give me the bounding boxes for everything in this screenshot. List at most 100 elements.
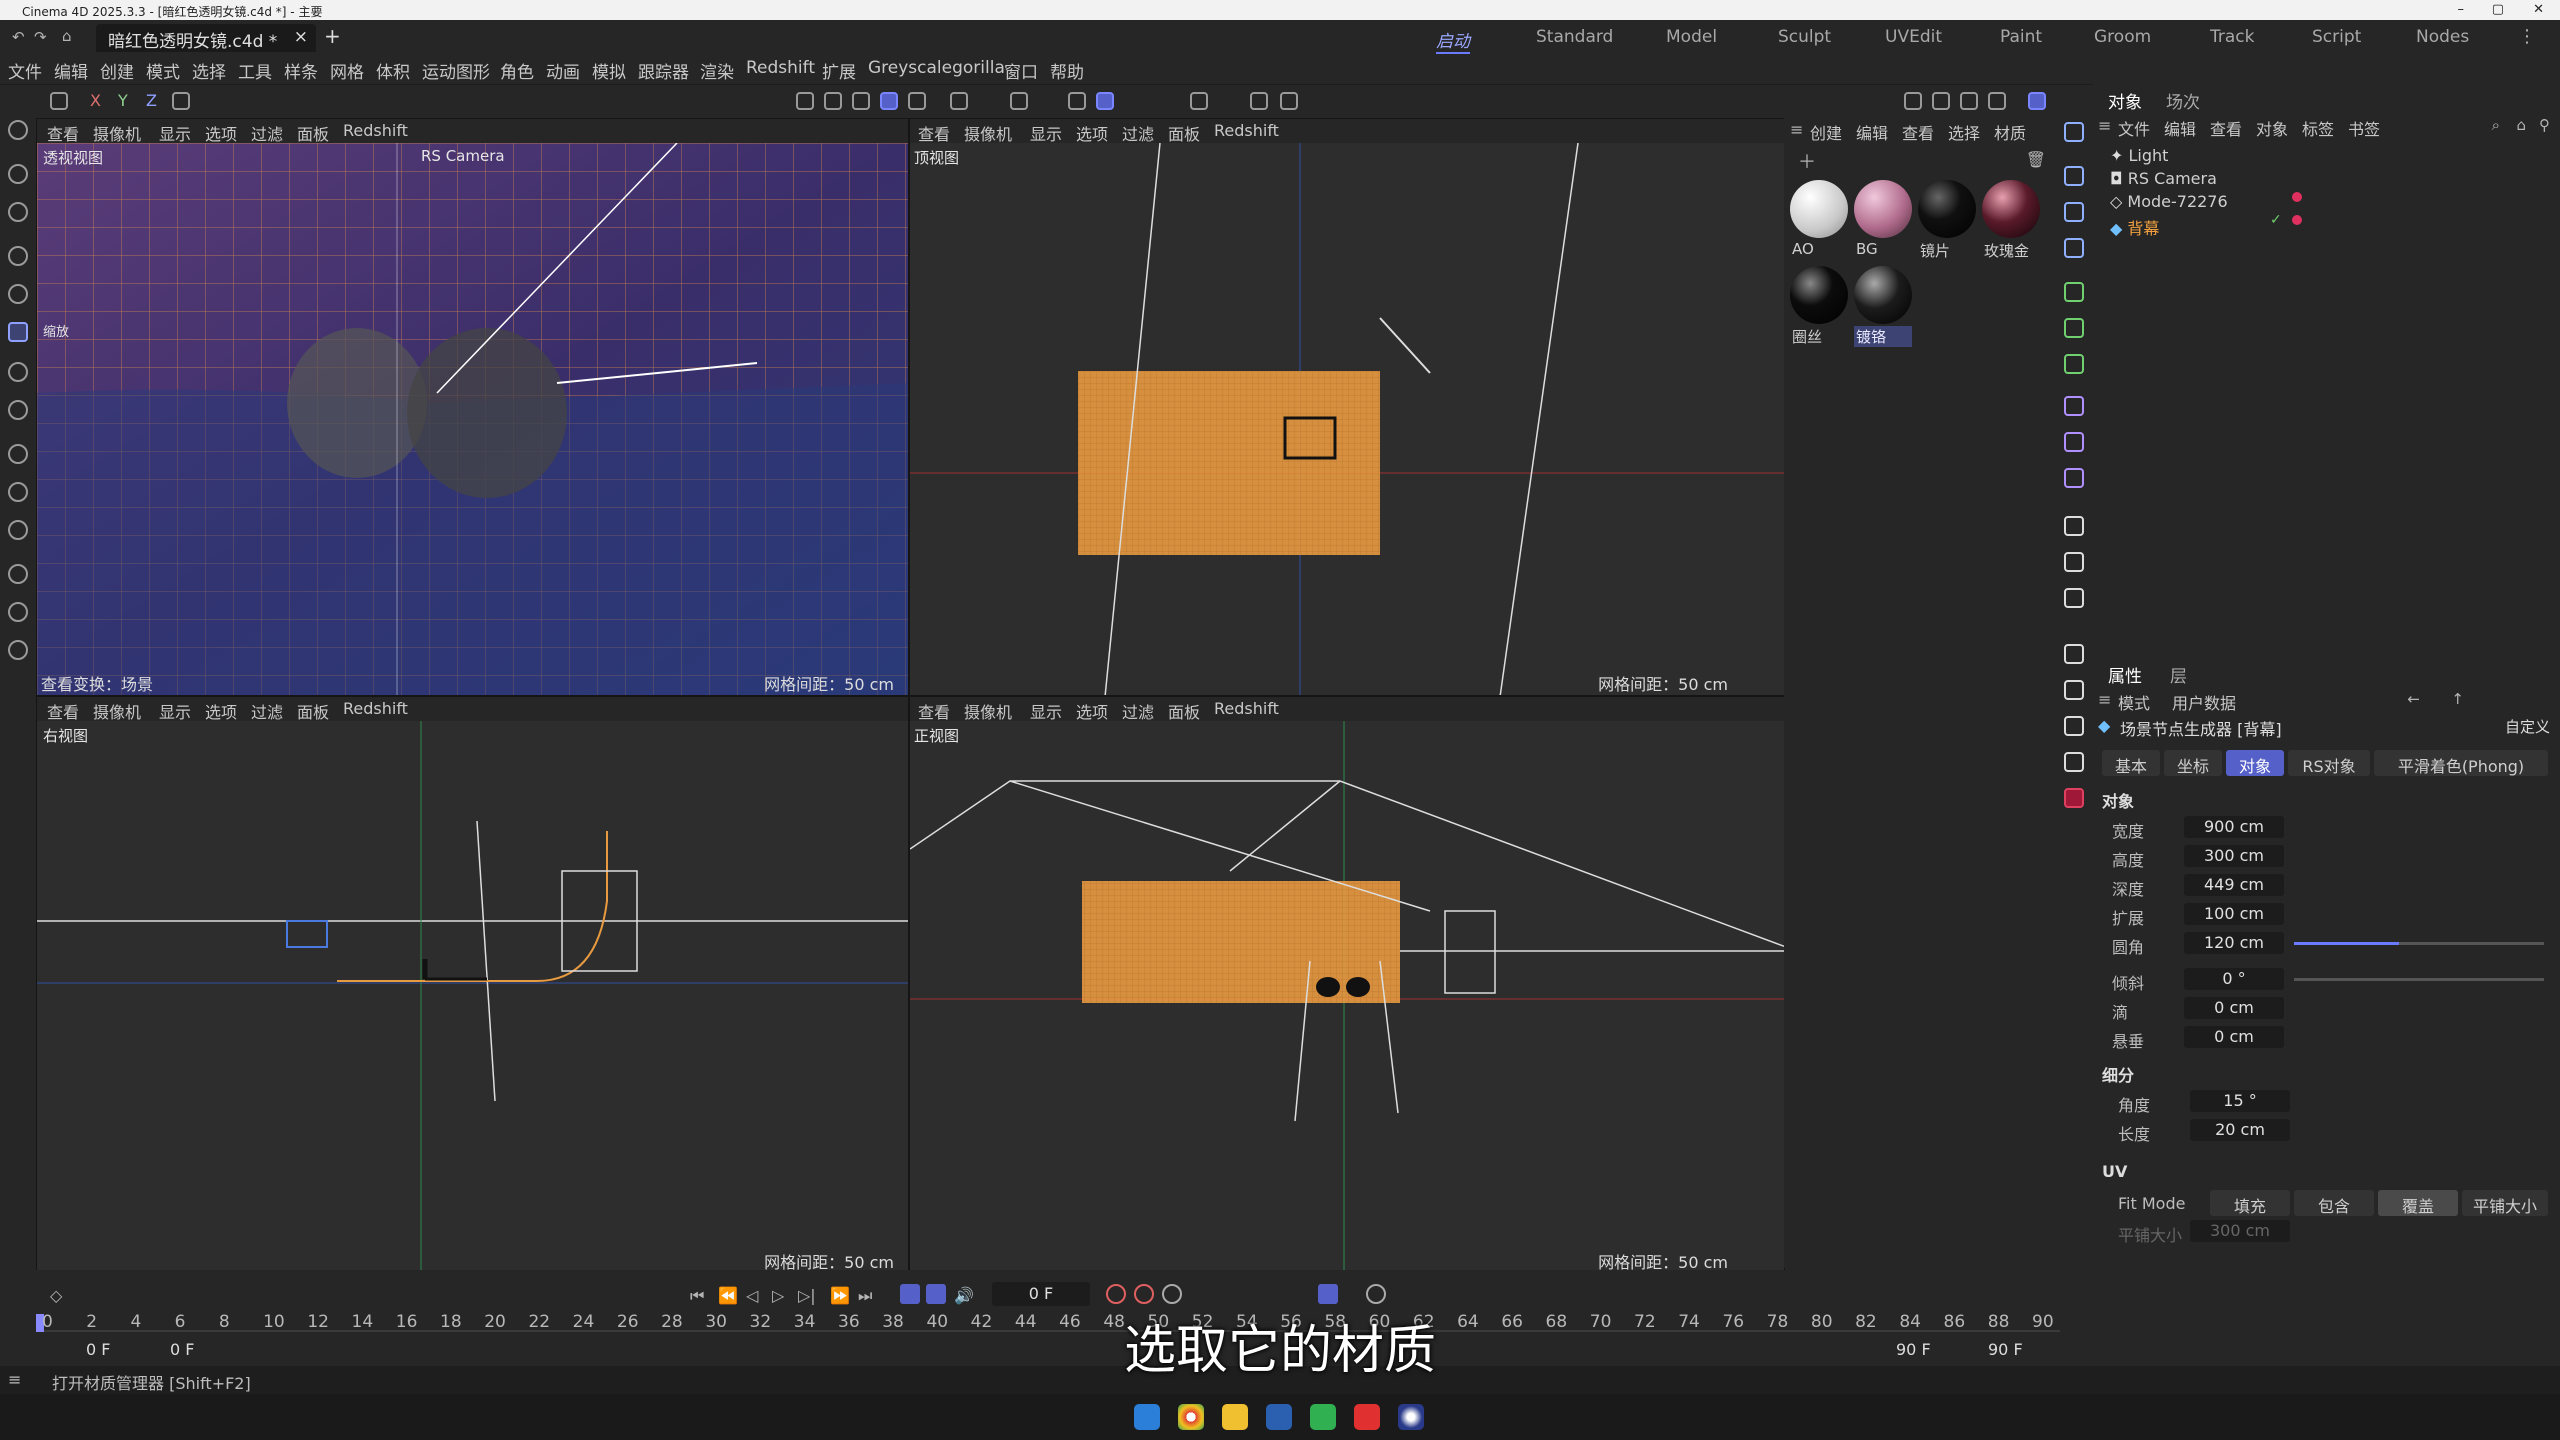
redshift-icon[interactable] xyxy=(2064,788,2084,808)
undo-icon[interactable]: ↶ xyxy=(12,28,25,46)
word-icon[interactable] xyxy=(1266,1404,1292,1430)
polygons-mode-icon[interactable] xyxy=(852,92,870,110)
edges-mode-icon[interactable] xyxy=(824,92,842,110)
viewport-perspective[interactable]: 查看 摄像机 显示 选项 过滤 面板 Redshift 透视视图 RS Came… xyxy=(36,118,909,696)
workplane-icon[interactable] xyxy=(1250,92,1268,110)
axis-x-toggle[interactable]: X xyxy=(90,91,101,110)
fit-mode-cover[interactable]: 覆盖 xyxy=(2378,1190,2458,1216)
axis-mode-icon[interactable] xyxy=(950,92,968,110)
vp-menu-display[interactable]: 显示 xyxy=(159,699,191,723)
layout-tab-model[interactable]: Model xyxy=(1666,27,1717,47)
tab-takes[interactable]: 场次 xyxy=(2166,88,2200,113)
preview-start-frame[interactable]: 0 F xyxy=(170,1340,194,1359)
rotate-icon[interactable] xyxy=(8,284,28,304)
section-subdivision[interactable]: 细分 xyxy=(2102,1062,2134,1086)
paint-icon[interactable] xyxy=(8,564,28,584)
minimize-icon[interactable]: – xyxy=(2458,2,2465,17)
scale-icon[interactable] xyxy=(8,322,28,342)
prop-slant[interactable]: 0 ° xyxy=(2184,968,2284,990)
subtab-basic[interactable]: 基本 xyxy=(2102,750,2160,776)
home-icon[interactable]: ⌂ xyxy=(2516,116,2526,134)
more-menu-icon[interactable]: ⋮ xyxy=(2518,26,2536,47)
layout-tab-track[interactable]: Track xyxy=(2210,27,2254,47)
locking-icon[interactable] xyxy=(1280,92,1298,110)
hamburger-icon[interactable]: ≡ xyxy=(1790,120,1803,139)
prop-height[interactable]: 300 cm xyxy=(2184,845,2284,867)
menu-character[interactable]: 角色 xyxy=(500,58,534,83)
vp-menu-redshift[interactable]: Redshift xyxy=(1214,699,1279,718)
add-tab-button[interactable]: + xyxy=(324,24,341,48)
text-icon[interactable] xyxy=(2064,238,2084,258)
menu-tracker[interactable]: 跟踪器 xyxy=(638,58,689,83)
spline-icon[interactable] xyxy=(8,640,28,660)
menu-help[interactable]: 帮助 xyxy=(1050,58,1084,83)
live-selection-icon[interactable] xyxy=(8,164,28,184)
render-play-icon[interactable] xyxy=(2064,752,2084,772)
attr-menu-userdata[interactable]: 用户数据 xyxy=(2172,690,2236,714)
menu-greyscalegorilla[interactable]: Greyscalegorilla xyxy=(868,58,1005,78)
menu-mograph[interactable]: 运动图形 xyxy=(422,58,490,83)
end-frame[interactable]: 90 F xyxy=(1988,1340,2023,1359)
texture-mode-icon[interactable] xyxy=(908,92,926,110)
vp-menu-display[interactable]: 显示 xyxy=(1030,121,1062,145)
tweak-icon[interactable] xyxy=(8,202,28,222)
menu-extensions[interactable]: 扩展 xyxy=(822,58,856,83)
vp-menu-cameras[interactable]: 摄像机 xyxy=(964,699,1012,723)
subtab-rs-object[interactable]: RS对象 xyxy=(2288,750,2370,776)
section-uv[interactable]: UV xyxy=(2102,1162,2127,1181)
hamburger-icon[interactable]: ≡ xyxy=(8,1370,21,1389)
mat-menu-material[interactable]: 材质 xyxy=(1994,120,2026,144)
prop-fillet[interactable]: 120 cm xyxy=(2184,932,2284,954)
object-row-selected[interactable]: ◆ 背幕 xyxy=(2110,215,2159,239)
vp-menu-display[interactable]: 显示 xyxy=(1030,699,1062,723)
prop-overhang[interactable]: 0 cm xyxy=(2184,1026,2284,1048)
prop-depth[interactable]: 449 cm xyxy=(2184,874,2284,896)
prop-angle[interactable]: 15 ° xyxy=(2190,1090,2290,1112)
obj-menu-file[interactable]: 文件 xyxy=(2118,116,2150,140)
snap-icon[interactable] xyxy=(1068,92,1086,110)
fit-mode-fill[interactable]: 填充 xyxy=(2210,1190,2290,1216)
vp-menu-display[interactable]: 显示 xyxy=(159,121,191,145)
grid-snap-icon[interactable] xyxy=(1096,92,1114,110)
render-region-icon[interactable] xyxy=(1932,92,1950,110)
menu-select[interactable]: 选择 xyxy=(192,58,226,83)
menu-render[interactable]: 渲染 xyxy=(700,58,734,83)
brush-icon[interactable] xyxy=(8,482,28,502)
object-row[interactable]: ◇ Mode-72276 xyxy=(2110,192,2228,211)
mat-menu-view[interactable]: 查看 xyxy=(1902,120,1934,144)
render-queue-icon[interactable] xyxy=(2064,716,2084,736)
spline-tool-icon[interactable] xyxy=(2064,468,2084,488)
vp-menu-options[interactable]: 选项 xyxy=(1076,121,1108,145)
material-lens[interactable]: 镜片 xyxy=(1918,180,1976,261)
vp-menu-view[interactable]: 查看 xyxy=(47,699,79,723)
material-chrome[interactable]: 镀铬 xyxy=(1854,266,1912,347)
vp-menu-view[interactable]: 查看 xyxy=(918,699,950,723)
axis-z-toggle[interactable]: Z xyxy=(146,91,157,110)
vp-menu-filter[interactable]: 过滤 xyxy=(251,121,283,145)
redo-icon[interactable]: ↷ xyxy=(34,28,47,46)
cursor-icon[interactable] xyxy=(2064,122,2084,142)
subtab-coord[interactable]: 坐标 xyxy=(2164,750,2222,776)
vp-menu-filter[interactable]: 过滤 xyxy=(1122,121,1154,145)
back-arrow-icon[interactable]: ← xyxy=(2407,690,2420,708)
menu-mode[interactable]: 模式 xyxy=(146,58,180,83)
vp-menu-cameras[interactable]: 摄像机 xyxy=(93,699,141,723)
field-icon[interactable] xyxy=(2064,432,2084,452)
obj-menu-bookmarks[interactable]: 书签 xyxy=(2348,116,2380,140)
viewport-right[interactable]: 查看 摄像机 显示 选项 过滤 面板 Redshift 右视图 网格间距：50 … xyxy=(36,696,909,1274)
obj-menu-object[interactable]: 对象 xyxy=(2256,116,2288,140)
mat-menu-select[interactable]: 选择 xyxy=(1948,120,1980,144)
model-mode-icon[interactable] xyxy=(880,92,898,110)
windows-start-icon[interactable] xyxy=(1134,1404,1160,1430)
document-tab[interactable]: 暗红色透明女镜.c4d * × xyxy=(96,24,316,52)
vp-menu-panel[interactable]: 面板 xyxy=(297,699,329,723)
picture-viewer-icon[interactable] xyxy=(2064,680,2084,700)
add-material-icon[interactable]: ＋ xyxy=(1798,148,1816,174)
up-arrow-icon[interactable]: ↑ xyxy=(2451,690,2464,708)
pen-icon[interactable] xyxy=(8,602,28,622)
trash-icon[interactable]: 🗑 xyxy=(2026,150,2046,169)
vp-menu-panel[interactable]: 面板 xyxy=(1168,121,1200,145)
edit-render-icon[interactable] xyxy=(2064,644,2084,664)
vp-menu-panel[interactable]: 面板 xyxy=(297,121,329,145)
menu-animate[interactable]: 动画 xyxy=(546,58,580,83)
